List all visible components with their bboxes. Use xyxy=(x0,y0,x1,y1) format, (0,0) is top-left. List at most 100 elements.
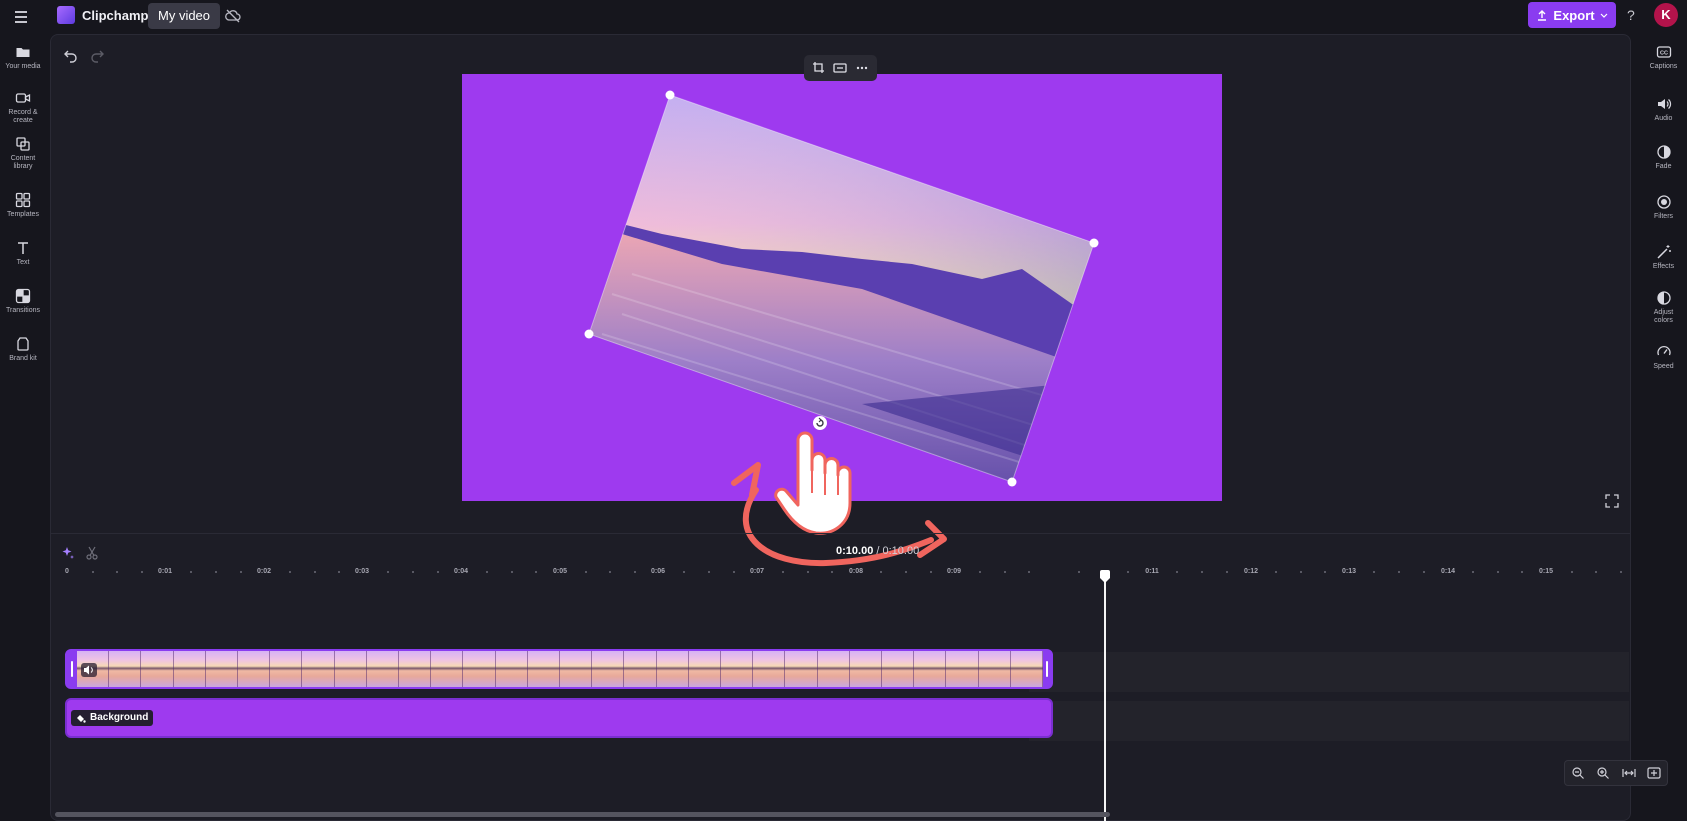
text-icon xyxy=(18,242,28,254)
project-name-tab[interactable]: My video xyxy=(148,3,221,29)
avatar[interactable]: K xyxy=(1654,3,1678,27)
resize-handle xyxy=(665,90,675,100)
more-icon[interactable] xyxy=(855,61,869,75)
preview-toolbar xyxy=(804,55,877,81)
zoom-out-icon[interactable] xyxy=(1571,766,1585,780)
right-sidebar: CC Captions Audio Fade Filters Effects A… xyxy=(1640,34,1687,821)
property-filters[interactable]: Filters xyxy=(1640,194,1687,221)
clip-trim-handle-right[interactable] xyxy=(1043,651,1051,687)
export-button[interactable]: Export xyxy=(1528,2,1616,28)
timeline-ruler[interactable]: 0 0:01 0:02 0:03 0:04 0:05 0:06 0:07 0:0… xyxy=(59,568,1622,584)
ruler-tick xyxy=(288,571,291,573)
ruler-tick xyxy=(1398,571,1401,573)
property-adjust-colors[interactable]: Adjust colors xyxy=(1640,290,1687,325)
background-clip-label: Background xyxy=(71,710,154,726)
property-label: Audio xyxy=(1654,115,1673,122)
ruler-tick xyxy=(929,571,932,573)
top-bar: Clipchamp My video Export ? K xyxy=(0,0,1687,34)
library-icon xyxy=(16,137,30,151)
sidebar-label-line2: library xyxy=(13,163,33,170)
ruler-label: 0:11 xyxy=(1145,568,1159,575)
ruler-label: 0:07 xyxy=(749,568,765,575)
speaker-icon xyxy=(1657,99,1671,109)
magic-wand-icon xyxy=(1656,245,1671,259)
cloud-off-icon[interactable] xyxy=(224,7,242,25)
ruler-label: 0:14 xyxy=(1440,568,1456,575)
brand-kit-icon xyxy=(17,337,29,351)
property-label: Adjust xyxy=(1653,309,1674,316)
property-label: Speed xyxy=(1653,363,1674,370)
ruler-tick xyxy=(239,571,242,573)
sidebar-item-your-media[interactable]: Your media xyxy=(0,44,46,71)
time-separator: / xyxy=(876,545,880,557)
chevron-down-icon xyxy=(1600,13,1608,18)
undo-icon[interactable] xyxy=(63,47,79,63)
ruler-tick xyxy=(338,571,341,573)
zoom-in-icon[interactable] xyxy=(1596,766,1610,780)
scissors-icon[interactable] xyxy=(85,546,99,560)
ai-sparkle-icon[interactable] xyxy=(61,546,75,560)
background-track-empty xyxy=(1029,701,1629,741)
sidebar-label: Record & xyxy=(8,109,38,116)
property-label: Effects xyxy=(1652,263,1675,270)
property-fade[interactable]: Fade xyxy=(1640,144,1687,171)
sidebar-item-templates[interactable]: Templates xyxy=(0,192,46,219)
fit-timeline-icon[interactable] xyxy=(1622,766,1636,780)
help-button[interactable]: ? xyxy=(1627,7,1635,23)
ruler-label: 0:04 xyxy=(453,568,469,575)
fullscreen-icon[interactable] xyxy=(1605,494,1619,508)
ruler-tick xyxy=(436,571,439,573)
sidebar-item-brand-kit[interactable]: Brand kit xyxy=(0,336,46,363)
sidebar-label: Text xyxy=(16,259,30,266)
fit-icon[interactable] xyxy=(833,61,848,75)
playhead-handle[interactable] xyxy=(1098,570,1112,584)
ruler-tick xyxy=(535,571,538,573)
ruler-tick xyxy=(214,571,217,573)
timeline-zoom-controls xyxy=(1564,760,1668,786)
playhead[interactable] xyxy=(1104,576,1106,821)
timeline-scrollbar[interactable] xyxy=(55,812,1110,817)
audio-icon[interactable] xyxy=(81,663,97,677)
ruler-tick xyxy=(633,571,636,573)
ruler-tick xyxy=(1299,571,1302,573)
ruler-tick xyxy=(781,571,784,573)
video-camera-icon xyxy=(15,93,31,103)
svg-text:CC: CC xyxy=(1660,51,1668,57)
sidebar-item-transitions[interactable]: Transitions xyxy=(0,288,46,315)
ruler-tick xyxy=(387,571,390,573)
export-label: Export xyxy=(1553,7,1595,23)
sidebar-item-text[interactable]: Text xyxy=(0,240,46,267)
property-speed[interactable]: Speed xyxy=(1640,344,1687,371)
sidebar-label: Brand kit xyxy=(9,355,37,362)
ruler-tick xyxy=(1496,571,1499,573)
sidebar-item-record-create[interactable]: Record & create xyxy=(0,90,46,125)
expand-timeline-icon[interactable] xyxy=(1647,766,1661,780)
sidebar-item-content-library[interactable]: Content library xyxy=(0,136,46,171)
ruler-label: 0:01 xyxy=(157,568,173,575)
ruler-tick xyxy=(979,571,982,573)
property-audio[interactable]: Audio xyxy=(1640,96,1687,123)
redo-icon[interactable] xyxy=(89,47,105,63)
background-clip[interactable]: Background xyxy=(65,698,1053,738)
ruler-label: 0:12 xyxy=(1243,568,1259,575)
ruler-tick xyxy=(1176,571,1179,573)
ruler-tick xyxy=(1521,571,1524,573)
clip-trim-handle-left[interactable] xyxy=(67,651,77,687)
property-label: Fade xyxy=(1655,163,1672,170)
ruler-label: 0:13 xyxy=(1341,568,1357,575)
ruler-tick xyxy=(116,571,119,573)
hamburger-menu-icon[interactable] xyxy=(10,6,32,28)
ruler-tick xyxy=(91,571,94,573)
ruler-tick xyxy=(1324,571,1327,573)
video-clip[interactable] xyxy=(65,649,1053,689)
ruler-label: 0:08 xyxy=(848,568,864,575)
video-track-empty xyxy=(1029,652,1629,692)
resize-handle xyxy=(584,329,594,339)
crop-icon[interactable] xyxy=(812,61,826,75)
property-effects[interactable]: Effects xyxy=(1640,244,1687,271)
property-captions[interactable]: CC Captions xyxy=(1640,44,1687,71)
ruler-tick xyxy=(1472,571,1475,573)
time-display: 0:10.00 / 0:10.00 xyxy=(836,545,919,557)
ruler-label: 0:05 xyxy=(552,568,568,575)
ruler-tick xyxy=(313,571,316,573)
